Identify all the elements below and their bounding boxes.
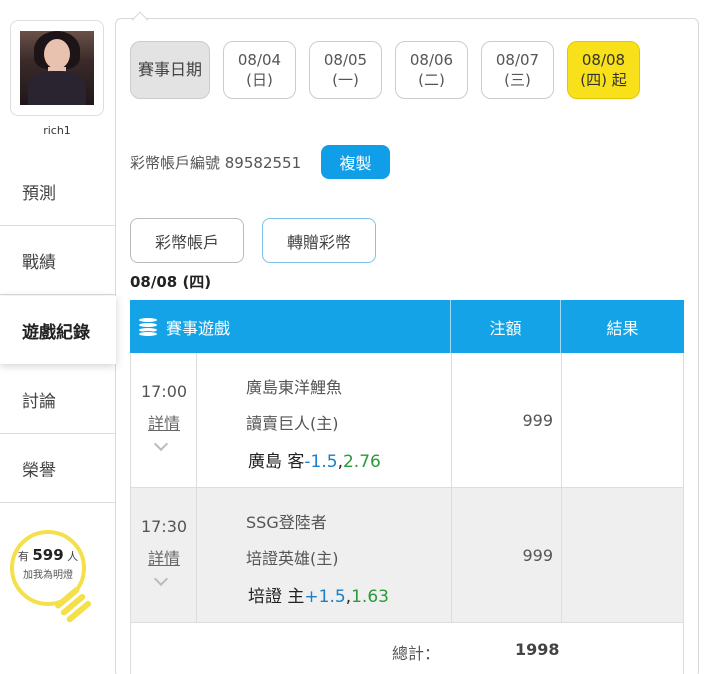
date-tab-0806[interactable]: 08/06 (二) <box>395 41 468 99</box>
date-label: 賽事日期 <box>130 41 210 99</box>
chevron-down-icon[interactable] <box>153 436 169 452</box>
bet-pick: 培證 主+1.5,1.63 <box>248 587 389 607</box>
follower-caption: 加我為明燈 <box>23 570 73 581</box>
follower-count: 有 599 人 <box>17 546 79 564</box>
date-tab-0804[interactable]: 08/04 (日) <box>223 41 296 99</box>
detail-link[interactable]: 詳情 <box>131 410 197 434</box>
date-tab-0807[interactable]: 08/07 (三) <box>481 41 554 99</box>
day-title: 08/08 (四) <box>130 273 212 291</box>
nav-item-game-history[interactable]: 遊戲紀錄 <box>0 296 116 364</box>
tab-transfer-coins[interactable]: 轉贈彩幣 <box>262 218 376 263</box>
nav-item-predict[interactable]: 預測 <box>0 158 116 226</box>
account-number: 彩幣帳戶編號 89582551 <box>130 154 302 172</box>
table-row: 17:30 詳情 SSG登陸者 培證英雄(主) 培證 主+1.5,1.63 99… <box>130 488 684 623</box>
nav-item-honor[interactable]: 榮譽 <box>0 435 116 503</box>
game-time: 17:30 <box>140 517 188 536</box>
lightbulb-follow-widget[interactable]: 有 599 人 加我為明燈 <box>8 528 108 638</box>
teams-cell: SSG登陸者 培證英雄(主) 培證 主+1.5,1.63 <box>197 488 452 623</box>
sidebar: rich1 預測 戰績 遊戲紀錄 討論 榮譽 有 599 人 加我為明燈 <box>0 0 116 674</box>
nav-item-discussion[interactable]: 討論 <box>0 366 116 434</box>
bet-amount: 999 <box>452 488 562 623</box>
chevron-down-icon[interactable] <box>153 571 169 587</box>
away-team: 廣島東洋鯉魚 <box>246 378 343 397</box>
teams-cell: 廣島東洋鯉魚 讀賣巨人(主) 廣島 客-1.5,2.76 <box>197 353 452 488</box>
header-result: 結果 <box>606 318 639 338</box>
coins-icon <box>138 316 158 337</box>
result-cell <box>562 488 684 623</box>
table-row: 17:00 詳情 廣島東洋鯉魚 讀賣巨人(主) 廣島 客-1.5,2.76 99… <box>130 353 684 488</box>
header-game: 賽事遊戲 <box>130 300 451 353</box>
total-row: 總計： 1998 <box>130 623 684 674</box>
username[interactable]: rich1 <box>0 124 114 137</box>
time-cell: 17:00 詳情 <box>131 353 197 488</box>
copy-button[interactable]: 複製 <box>321 145 390 179</box>
nav-item-record[interactable]: 戰績 <box>0 227 116 295</box>
date-tab-0805[interactable]: 08/05 (一) <box>309 41 382 99</box>
avatar-card[interactable] <box>10 20 104 116</box>
home-team: 讀賣巨人(主) <box>246 414 339 433</box>
avatar[interactable] <box>20 31 94 105</box>
date-tab-0808[interactable]: 08/08 (四) 起 <box>567 41 640 99</box>
home-team: 培證英雄(主) <box>246 549 339 568</box>
table-header: 賽事遊戲 注額 結果 <box>130 300 684 353</box>
tab-coin-account[interactable]: 彩幣帳戶 <box>130 218 244 263</box>
bet-pick: 廣島 客-1.5,2.76 <box>248 452 381 472</box>
result-cell <box>562 353 684 488</box>
detail-link[interactable]: 詳情 <box>131 545 197 569</box>
total-value: 1998 <box>515 640 560 659</box>
game-time: 17:00 <box>140 382 188 401</box>
time-cell: 17:30 詳情 <box>131 488 197 623</box>
total-label: 總計： <box>392 644 441 663</box>
away-team: SSG登陸者 <box>246 513 327 532</box>
bet-amount: 999 <box>452 353 562 488</box>
header-bet: 注額 <box>451 300 561 353</box>
